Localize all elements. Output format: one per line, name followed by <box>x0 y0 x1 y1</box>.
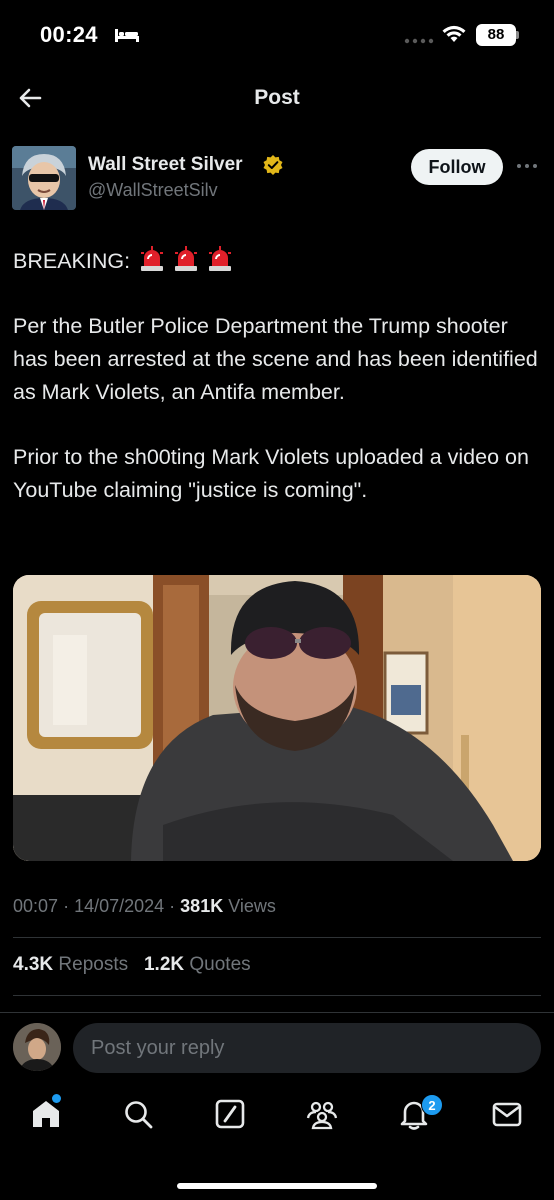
mail-icon[interactable] <box>489 1096 525 1132</box>
post-meta: 00:07 · 14/07/2024 · 381K Views <box>13 896 276 917</box>
media-photo <box>13 575 541 861</box>
sleep-bed-icon <box>115 29 139 42</box>
author-handle[interactable]: @WallStreetSilv <box>88 180 218 201</box>
post-time: 00:07 <box>13 896 59 916</box>
post-breaking-line: BREAKING: <box>13 245 543 278</box>
author-avatar-image <box>12 146 76 210</box>
quotes-count: 1.2K <box>143 954 185 975</box>
page-title: Post <box>254 86 300 109</box>
search-icon[interactable] <box>120 1096 156 1132</box>
signal-dots-icon <box>404 38 434 44</box>
notifications-badge: 2 <box>421 1094 443 1116</box>
meta-separator: · <box>63 896 75 916</box>
user-avatar[interactable] <box>13 1023 61 1071</box>
quotes-label: Quotes <box>189 954 251 975</box>
post-date: 14/07/2024 <box>74 896 165 916</box>
top-header: Post <box>0 72 554 132</box>
police-siren-icon <box>175 246 198 271</box>
home-unread-dot <box>52 1094 61 1103</box>
post-paragraph: Prior to the sh00ting Mark Violets uploa… <box>13 445 529 502</box>
quotes-link[interactable]: 1.2K Quotes <box>144 954 251 975</box>
user-avatar-image <box>13 1023 61 1071</box>
home-indicator <box>177 1183 377 1189</box>
status-time: 00:24 <box>40 22 98 47</box>
communities-icon[interactable] <box>304 1096 340 1132</box>
reply-bar <box>0 1012 554 1084</box>
more-dots-icon[interactable] <box>512 156 542 176</box>
verified-badge-icon <box>263 155 283 175</box>
meta-separator: · <box>169 896 181 916</box>
status-bar: 00:24 88 <box>0 0 554 72</box>
post-body: BREAKING: Per the Butler Police Departme… <box>13 245 543 539</box>
author-name[interactable]: Wall Street Silver <box>88 154 243 176</box>
reposts-link[interactable]: 4.3K Reposts <box>13 954 133 975</box>
views-label: Views <box>228 896 276 916</box>
post-author: Wall Street Silver @WallStreetSilv Follo… <box>0 146 554 216</box>
battery-nub <box>516 31 519 39</box>
divider <box>13 995 541 996</box>
follow-button[interactable]: Follow <box>411 149 503 185</box>
post-media-image[interactable] <box>13 575 541 861</box>
wifi-icon <box>442 25 466 42</box>
police-siren-icon <box>209 246 232 271</box>
reposts-count: 4.3K <box>13 954 54 975</box>
police-siren-icon <box>141 246 164 271</box>
post-paragraph: Per the Butler Police Department the Tru… <box>13 314 538 404</box>
breaking-label: BREAKING: <box>13 249 131 273</box>
post-stats: 4.3K Reposts 1.2K Quotes <box>13 954 251 976</box>
reposts-label: Reposts <box>58 954 129 975</box>
author-avatar[interactable] <box>12 146 76 210</box>
views-count: 381K <box>180 896 224 916</box>
reply-input[interactable] <box>73 1023 541 1073</box>
divider <box>13 937 541 938</box>
battery-indicator: 88 <box>476 24 516 46</box>
grok-icon[interactable] <box>212 1096 248 1132</box>
